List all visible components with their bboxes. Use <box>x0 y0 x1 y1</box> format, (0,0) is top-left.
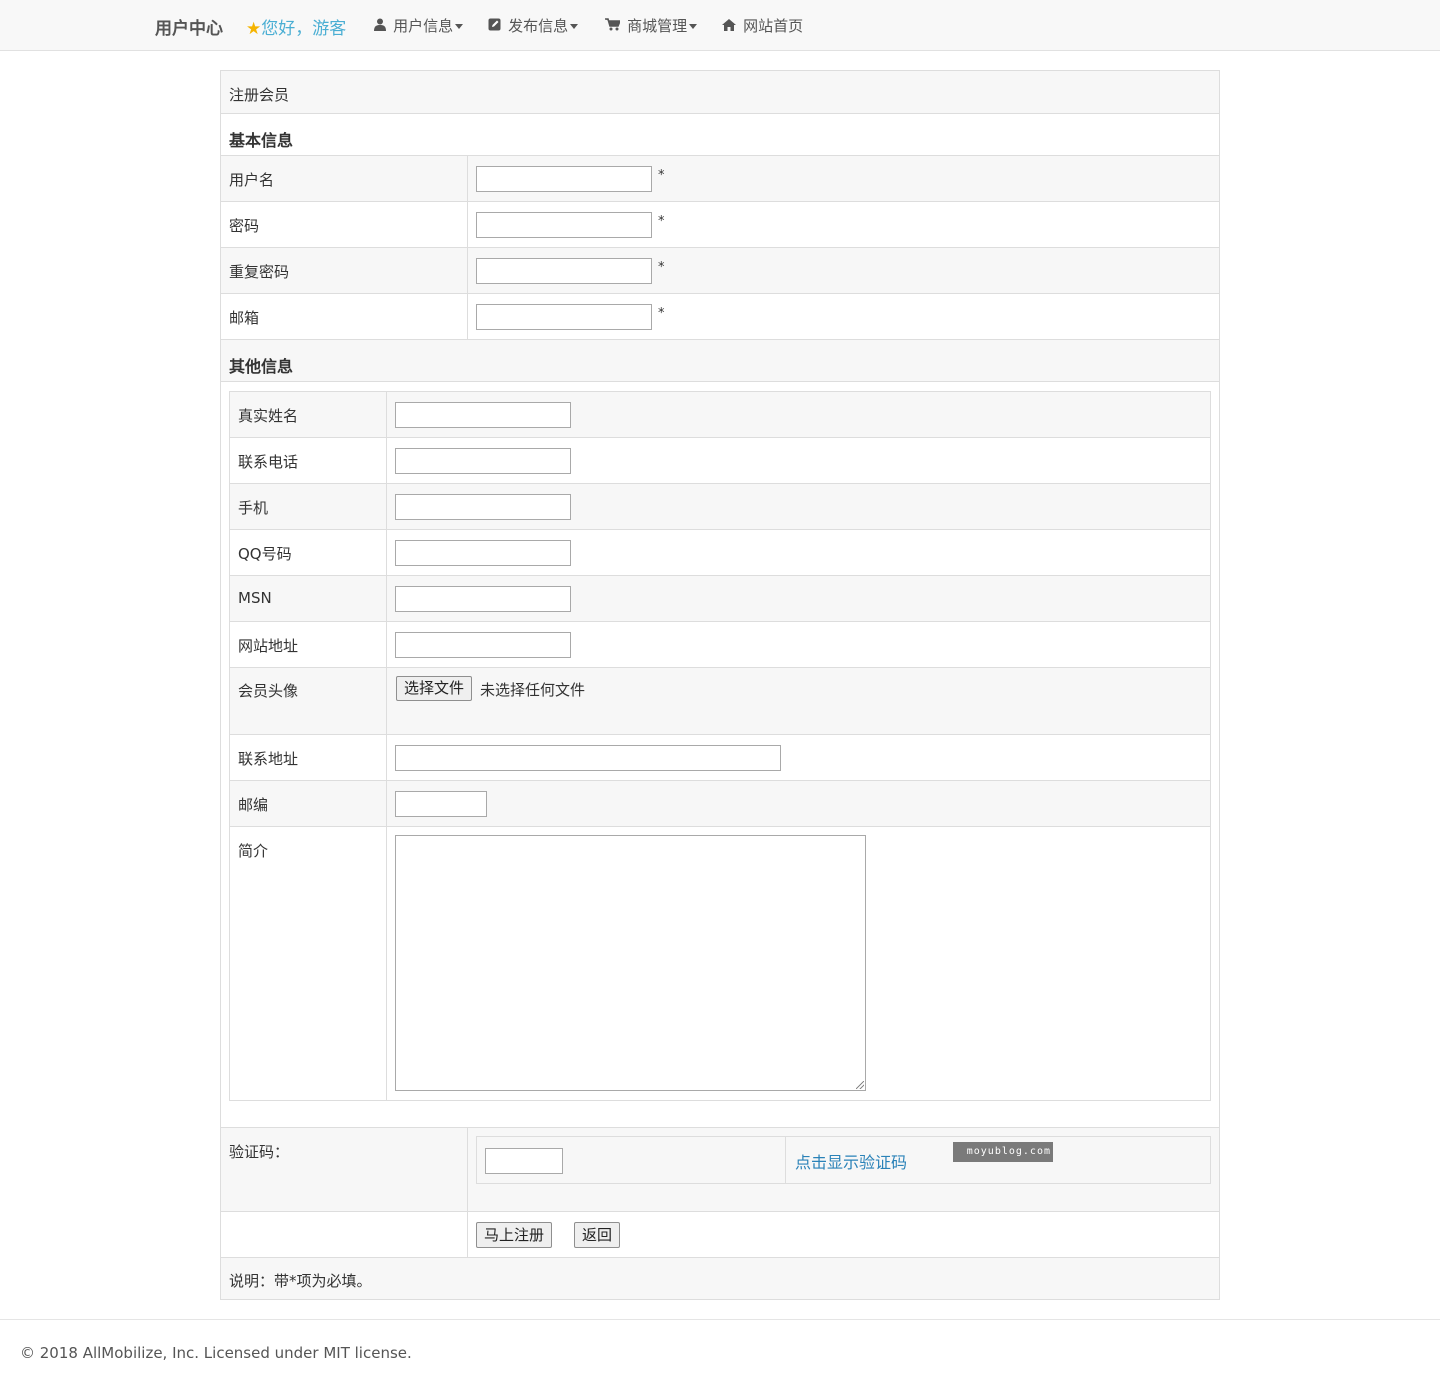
greeting: ★您好，游客 <box>246 14 346 39</box>
required-mark: * <box>658 168 665 183</box>
other-section-header: 其他信息 <box>221 340 1219 382</box>
caret-down-icon <box>689 24 698 29</box>
user-icon <box>374 18 390 35</box>
nav-publish-info-label: 发布信息 <box>508 17 569 35</box>
basic-section-title: 基本信息 <box>229 131 294 150</box>
captcha-input[interactable] <box>485 1148 563 1174</box>
form-note-row: 说明：带*项为必填。 <box>221 1258 1219 1299</box>
nav-publish-info[interactable]: 发布信息 <box>488 15 579 36</box>
other-info-container <box>221 382 1219 1128</box>
captcha-image[interactable]: moyublog.com <box>953 1142 1053 1162</box>
footer-text: © 2018 AllMobilize, Inc. Licensed under … <box>20 1344 412 1362</box>
form-row-password: 密码 * <box>221 202 1219 248</box>
email-input[interactable] <box>476 304 652 330</box>
back-button[interactable]: 返回 <box>574 1222 621 1248</box>
email-label: 邮箱 <box>229 309 260 327</box>
nav-user-info-label: 用户信息 <box>393 17 454 35</box>
form-row-actions: 马上注册 返回 <box>221 1212 1219 1258</box>
form-row-repeat-password: 重复密码 * <box>221 248 1219 294</box>
nav-home-label: 网站首页 <box>743 17 804 35</box>
star-icon: ★ <box>246 19 262 39</box>
caret-down-icon <box>455 24 464 29</box>
username-input[interactable] <box>476 166 652 192</box>
nav-shop-manage[interactable]: 商城管理 <box>605 15 698 36</box>
panel-title: 注册会员 <box>229 86 290 104</box>
basic-section-header: 基本信息 <box>221 114 1219 156</box>
captcha-box: 点击显示验证码 moyublog.com <box>476 1136 1211 1184</box>
form-row-captcha: 验证码： 点击显示验证码 moyublog.com <box>221 1128 1219 1212</box>
caret-down-icon <box>570 24 579 29</box>
password-input[interactable] <box>476 212 652 238</box>
password-label: 密码 <box>229 217 260 235</box>
brand-title[interactable]: 用户中心 <box>155 14 223 39</box>
panel-header: 注册会员 <box>221 71 1219 114</box>
form-row-email: 邮箱 * <box>221 294 1219 340</box>
repeat-password-label: 重复密码 <box>229 263 290 281</box>
show-captcha-link[interactable]: 点击显示验证码 <box>795 1149 907 1173</box>
required-mark: * <box>658 214 665 229</box>
footer-divider <box>0 1319 1440 1320</box>
edit-icon <box>488 18 505 35</box>
username-label: 用户名 <box>229 171 275 189</box>
nav-home[interactable]: 网站首页 <box>722 15 803 36</box>
nav-shop-manage-label: 商城管理 <box>627 17 688 35</box>
form-note: 说明：带*项为必填。 <box>229 1272 372 1290</box>
register-button[interactable]: 马上注册 <box>476 1222 553 1248</box>
captcha-label: 验证码： <box>229 1143 290 1161</box>
form-row-username: 用户名 * <box>221 156 1219 202</box>
home-icon <box>722 19 740 35</box>
nav-user-info[interactable]: 用户信息 <box>374 15 464 36</box>
greeting-text: 您好，游客 <box>261 19 347 39</box>
top-navbar: 用户中心 ★您好，游客 用户信息 发布信息 商城管理 网站首页 <box>0 0 1440 51</box>
other-section-title: 其他信息 <box>229 357 294 376</box>
register-panel: 注册会员 基本信息 用户名 * 密码 * 重复密码 * 邮箱 * 其他信息 真实… <box>220 70 1220 1300</box>
required-mark: * <box>658 306 665 321</box>
repeat-password-input[interactable] <box>476 258 652 284</box>
required-mark: * <box>658 260 665 275</box>
cart-icon <box>605 18 624 35</box>
